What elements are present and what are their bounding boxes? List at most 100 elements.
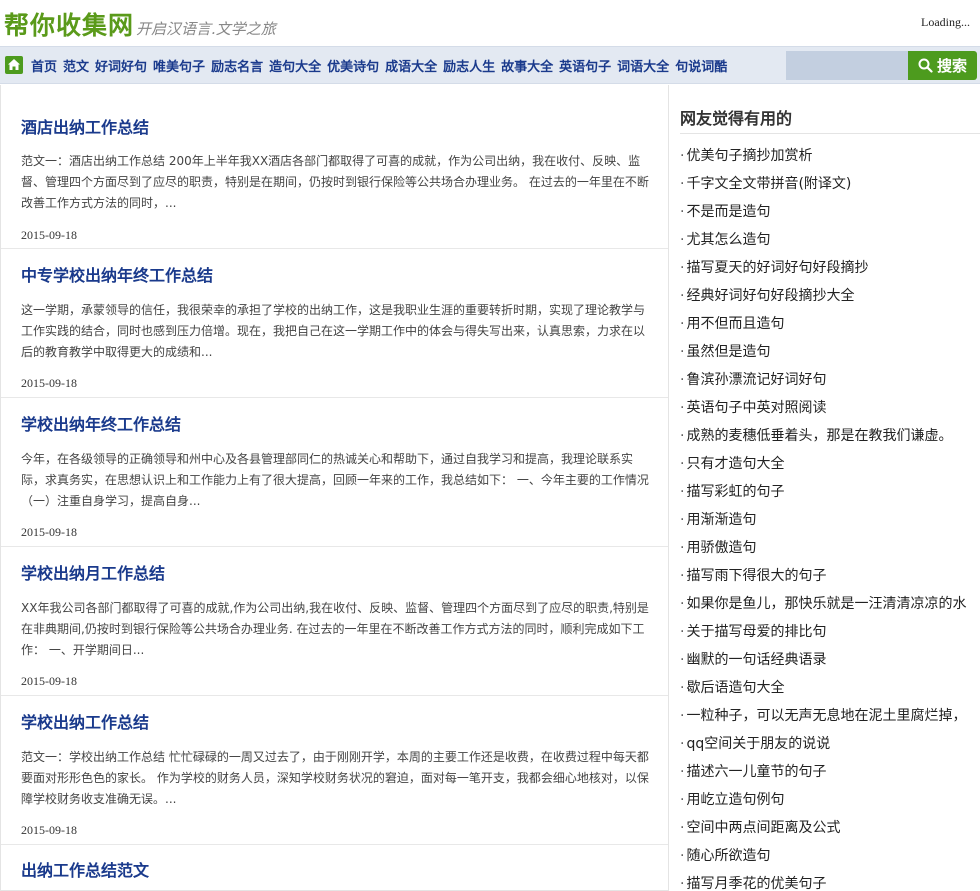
article-title[interactable]: 出纳工作总结范文 xyxy=(21,857,149,881)
sidebar-link-text: 随心所欲造句 xyxy=(686,848,771,864)
article-item: 酒店出纳工作总结 范文一：酒店出纳工作总结 200年上半年我XX酒店各部门都取得… xyxy=(1,85,668,249)
article-item: 学校出纳工作总结 范文一：学校出纳工作总结 忙忙碌碌的一周又过去了，由于刚刚开学… xyxy=(1,696,668,845)
nav-item-good-words[interactable]: 好词好句 xyxy=(95,56,147,75)
sidebar-title: 网友觉得有用的 xyxy=(680,109,793,128)
nav-item-idioms[interactable]: 成语大全 xyxy=(385,56,437,75)
search-button[interactable]: 搜索 xyxy=(908,51,977,80)
article-item: 学校出纳月工作总结 XX年我公司各部门都取得了可喜的成就,作为公司出纳,我在收付… xyxy=(1,547,668,696)
sidebar-link[interactable]: · 如果你是鱼儿，那快乐就是一汪清清凉凉的水 xyxy=(680,590,980,618)
sidebar-link[interactable]: · 只有才造句大全 xyxy=(680,450,980,478)
loading-indicator: Loading... xyxy=(921,15,970,29)
sidebar-link[interactable]: · 优美句子摘抄加赏析 xyxy=(680,142,980,170)
nav-item-home[interactable]: 首页 xyxy=(31,56,57,75)
sidebar-link-text: 只有才造句大全 xyxy=(686,456,785,472)
sidebar-link-text: 千字文全文带拼音(附译文) xyxy=(686,176,852,192)
sidebar-link-text: 英语句子中英对照阅读 xyxy=(686,400,827,416)
sidebar-link[interactable]: · 尤其怎么造句 xyxy=(680,226,980,254)
sidebar-link-text: 尤其怎么造句 xyxy=(686,232,771,248)
nav-item-poems[interactable]: 优美诗句 xyxy=(327,56,379,75)
sidebar-link[interactable]: · 歇后语造句大全 xyxy=(680,674,980,702)
sidebar-link[interactable]: · 鲁滨孙漂流记好词好句 xyxy=(680,366,980,394)
article-title[interactable]: 学校出纳工作总结 xyxy=(21,709,149,733)
article-date: 2015-09-18 xyxy=(21,674,77,688)
sidebar-link-text: 歇后语造句大全 xyxy=(686,680,785,696)
sidebar-link-text: 经典好词好句好段摘抄大全 xyxy=(686,288,855,304)
sidebar-link[interactable]: · 成熟的麦穗低垂着头，那是在教我们谦虚。 xyxy=(680,422,980,450)
nav-item-beautiful-sentences[interactable]: 唯美句子 xyxy=(153,56,205,75)
sidebar-link[interactable]: · 经典好词好句好段摘抄大全 xyxy=(680,282,980,310)
sidebar-link[interactable]: · 关于描写母爱的排比句 xyxy=(680,618,980,646)
sidebar-link[interactable]: · 空间中两点间距离及公式 xyxy=(680,814,980,842)
sidebar-link-text: 优美句子摘抄加赏析 xyxy=(686,148,813,164)
sidebar-list: · 优美句子摘抄加赏析 · 千字文全文带拼音(附译文) · 不是而是造句 · 尤其怎么造… xyxy=(680,142,980,891)
sidebar-link-text: 描写雨下得很大的句子 xyxy=(686,568,827,584)
nav-item-sentence-making[interactable]: 造句大全 xyxy=(269,56,321,75)
article-title[interactable]: 学校出纳年终工作总结 xyxy=(21,411,181,435)
sidebar-link-text: 描写彩虹的句子 xyxy=(686,484,785,500)
article-title[interactable]: 学校出纳月工作总结 xyxy=(21,560,165,584)
sidebar-link[interactable]: · 用渐渐造句 xyxy=(680,506,980,534)
article-title[interactable]: 中专学校出纳年终工作总结 xyxy=(21,262,213,286)
article-item: 中专学校出纳年终工作总结 这一学期，承蒙领导的信任，我很荣幸的承担了学校的出纳工… xyxy=(1,249,668,398)
article-summary: 这一学期，承蒙领导的信任，我很荣幸的承担了学校的出纳工作，这是我职业生涯的重要转… xyxy=(21,303,646,359)
article-date: 2015-09-18 xyxy=(21,525,77,539)
sidebar-link[interactable]: · 千字文全文带拼音(附译文) xyxy=(680,170,980,198)
sidebar-link-text: qq空间关于朋友的说说 xyxy=(686,736,831,752)
search-button-label: 搜索 xyxy=(936,57,967,75)
article-title[interactable]: 酒店出纳工作总结 xyxy=(21,114,149,138)
sidebar-link-text: 鲁滨孙漂流记好词好句 xyxy=(686,372,827,388)
sidebar-link-text: 用不但而且造句 xyxy=(686,316,785,332)
article-list: 酒店出纳工作总结 范文一：酒店出纳工作总结 200年上半年我XX酒店各部门都取得… xyxy=(0,85,669,891)
article-date: 2015-09-18 xyxy=(21,823,77,837)
sidebar-link[interactable]: · 用屹立造句例句 xyxy=(680,786,980,814)
sidebar-link[interactable]: · 描写月季花的优美句子 xyxy=(680,870,980,891)
search-icon xyxy=(918,58,933,73)
article-date: 2015-09-18 xyxy=(21,228,77,242)
sidebar-link[interactable]: · 描写夏天的好词好句好段摘抄 xyxy=(680,254,980,282)
home-icon[interactable] xyxy=(5,56,23,74)
nav-item-motivational-quotes[interactable]: 励志名言 xyxy=(211,56,263,75)
sidebar-link-text: 虽然但是造句 xyxy=(686,344,771,360)
sidebar-link-text: 空间中两点间距离及公式 xyxy=(686,820,841,836)
sidebar-link[interactable]: · 英语句子中英对照阅读 xyxy=(680,394,980,422)
nav-item-stories[interactable]: 故事大全 xyxy=(501,56,553,75)
logo-slogan: 开启汉语言.文学之旅 xyxy=(136,20,276,38)
sidebar-link-text: 成熟的麦穗低垂着头，那是在教我们谦虚。 xyxy=(686,428,953,444)
article-summary: 今年，在各级领导的正确领导和州中心及各县管理部同仁的热诚关心和帮助下，通过自我学… xyxy=(21,452,649,508)
sidebar-link-text: 如果你是鱼儿，那快乐就是一汪清清凉凉的水 xyxy=(686,596,967,612)
sidebar-link[interactable]: · 描写彩虹的句子 xyxy=(680,478,980,506)
sidebar-divider xyxy=(680,133,980,134)
nav-item-essays[interactable]: 范文 xyxy=(63,56,89,75)
sidebar-link[interactable]: · 随心所欲造句 xyxy=(680,842,980,870)
nav-item-cool-phrases[interactable]: 句说词酷 xyxy=(675,56,727,75)
sidebar-link[interactable]: · 不是而是造句 xyxy=(680,198,980,226)
sidebar-link[interactable]: · qq空间关于朋友的说说 xyxy=(680,730,980,758)
sidebar-link-text: 描写月季花的优美句子 xyxy=(686,876,827,891)
sidebar-link[interactable]: · 用不但而且造句 xyxy=(680,310,980,338)
sidebar-link-text: 关于描写母爱的排比句 xyxy=(686,624,827,640)
search-input[interactable] xyxy=(786,51,908,80)
article-summary: XX年我公司各部门都取得了可喜的成就,作为公司出纳,我在收付、反映、监督、管理四… xyxy=(21,601,649,657)
sidebar-link[interactable]: · 虽然但是造句 xyxy=(680,338,980,366)
logo-main-text: 帮你收集网 xyxy=(4,11,135,40)
article-date: 2015-09-18 xyxy=(21,376,77,390)
sidebar-link[interactable]: · 描述六一儿童节的句子 xyxy=(680,758,980,786)
sidebar-link[interactable]: · 描写雨下得很大的句子 xyxy=(680,562,980,590)
article-item: 出纳工作总结范文 xyxy=(1,845,668,890)
sidebar-link-text: 不是而是造句 xyxy=(686,204,771,220)
sidebar-link-text: 描写夏天的好词好句好段摘抄 xyxy=(686,260,869,276)
sidebar-link-text: 一粒种子，可以无声无息地在泥土里腐烂掉， xyxy=(686,708,967,724)
article-summary: 范文一：酒店出纳工作总结 200年上半年我XX酒店各部门都取得了可喜的成就，作为… xyxy=(21,154,649,210)
sidebar-link[interactable]: · 用骄傲造句 xyxy=(680,534,980,562)
sidebar-link[interactable]: · 一粒种子，可以无声无息地在泥土里腐烂掉， xyxy=(680,702,980,730)
article-summary: 范文一：学校出纳工作总结 忙忙碌碌的一周又过去了，由于刚刚开学，本周的主要工作还… xyxy=(21,750,649,806)
nav-items: 首页 范文 好词好句 唯美句子 励志名言 造句大全 优美诗句 成语大全 励志人生… xyxy=(28,47,730,83)
sidebar-link-text: 用屹立造句例句 xyxy=(686,792,785,808)
nav-item-english-sentences[interactable]: 英语句子 xyxy=(559,56,611,75)
site-logo[interactable]: 帮你收集网 开启汉语言.文学之旅 xyxy=(4,6,276,42)
nav-item-inspiring-life[interactable]: 励志人生 xyxy=(443,56,495,75)
nav-item-vocabulary[interactable]: 词语大全 xyxy=(617,56,669,75)
main-nav: 首页 范文 好词好句 唯美句子 励志名言 造句大全 优美诗句 成语大全 励志人生… xyxy=(0,46,980,84)
sidebar-link-text: 用渐渐造句 xyxy=(686,512,757,528)
sidebar-link[interactable]: · 幽默的一句话经典语录 xyxy=(680,646,980,674)
